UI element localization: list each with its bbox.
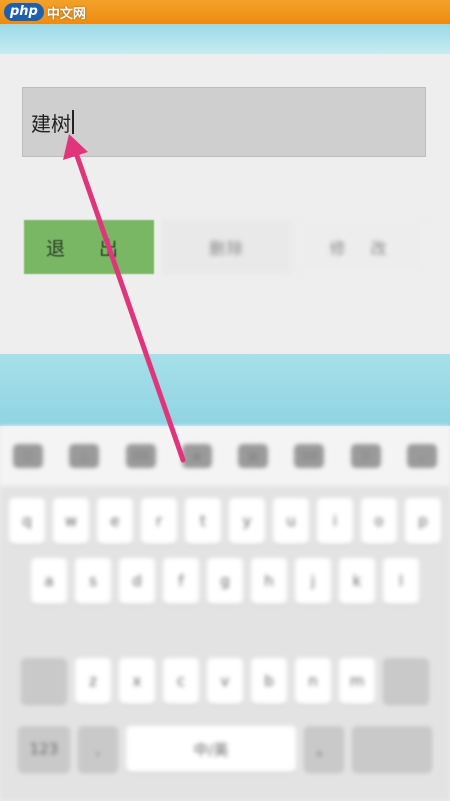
delete-button[interactable]: 删除 (162, 220, 292, 274)
watermark-logo: php 中文网 (4, 2, 86, 22)
keyboard-toolbar: ☺ 上 ⌨ ◉ ▦ ⌨ ☰ ⌄ (0, 426, 450, 486)
shift-key[interactable] (21, 658, 67, 704)
period-key[interactable]: 。 (304, 726, 344, 772)
key[interactable]: n (295, 658, 331, 704)
name-input[interactable]: 建树 (22, 87, 426, 157)
key[interactable]: s (75, 558, 111, 604)
key[interactable]: g (207, 558, 243, 604)
up-icon[interactable]: 上 (69, 444, 100, 468)
exit-button[interactable]: 退 出 (24, 220, 154, 274)
key[interactable]: b (251, 658, 287, 704)
key[interactable]: c (163, 658, 199, 704)
grid-icon[interactable]: ▦ (238, 444, 269, 468)
key[interactable]: i (317, 498, 353, 544)
watermark-site: 中文网 (46, 6, 86, 22)
soft-keyboard: ☺ 上 ⌨ ◉ ▦ ⌨ ☰ ⌄ q w e r t y u i o p a s … (0, 426, 450, 801)
key[interactable]: x (119, 658, 155, 704)
key[interactable]: a (31, 558, 67, 604)
key[interactable]: l (383, 558, 419, 604)
layout-icon[interactable]: ⌨ (294, 444, 325, 468)
comma-key[interactable]: , (78, 726, 118, 772)
backspace-key[interactable] (383, 658, 429, 704)
key[interactable]: k (339, 558, 375, 604)
key[interactable]: f (163, 558, 199, 604)
key[interactable]: o (361, 498, 397, 544)
key[interactable]: d (119, 558, 155, 604)
voice-icon[interactable]: ◉ (181, 444, 212, 468)
modify-button[interactable]: 修 改 (300, 220, 426, 274)
menu-icon[interactable]: ☰ (350, 444, 381, 468)
key[interactable]: h (251, 558, 287, 604)
key[interactable]: p (405, 498, 441, 544)
key[interactable]: r (141, 498, 177, 544)
space-key[interactable]: 中/英 (126, 726, 296, 772)
key[interactable]: w (53, 498, 89, 544)
key[interactable]: e (97, 498, 133, 544)
key[interactable]: z (75, 658, 111, 704)
keyboard-row-3: z x c v b n m (0, 658, 450, 704)
background-band-bottom (0, 354, 450, 426)
keyboard-row-1: q w e r t y u i o p (0, 498, 450, 544)
key[interactable]: j (295, 558, 331, 604)
number-key[interactable]: 123 (18, 726, 70, 772)
watermark-php: php (4, 3, 44, 21)
keyboard-icon[interactable]: ⌨ (125, 444, 156, 468)
keyboard-row-2: a s d f g h j k l (0, 558, 450, 604)
key[interactable]: v (207, 658, 243, 704)
emoji-icon[interactable]: ☺ (13, 444, 44, 468)
key[interactable]: u (273, 498, 309, 544)
key[interactable]: m (339, 658, 375, 704)
key[interactable]: q (9, 498, 45, 544)
collapse-icon[interactable]: ⌄ (406, 444, 437, 468)
key[interactable]: y (229, 498, 265, 544)
name-input-value: 建树 (31, 111, 71, 136)
enter-key[interactable] (352, 726, 432, 772)
background-band-top (0, 24, 450, 54)
key[interactable]: t (185, 498, 221, 544)
keyboard-row-4: 123 , 中/英 。 (0, 726, 450, 772)
text-caret (72, 110, 74, 134)
